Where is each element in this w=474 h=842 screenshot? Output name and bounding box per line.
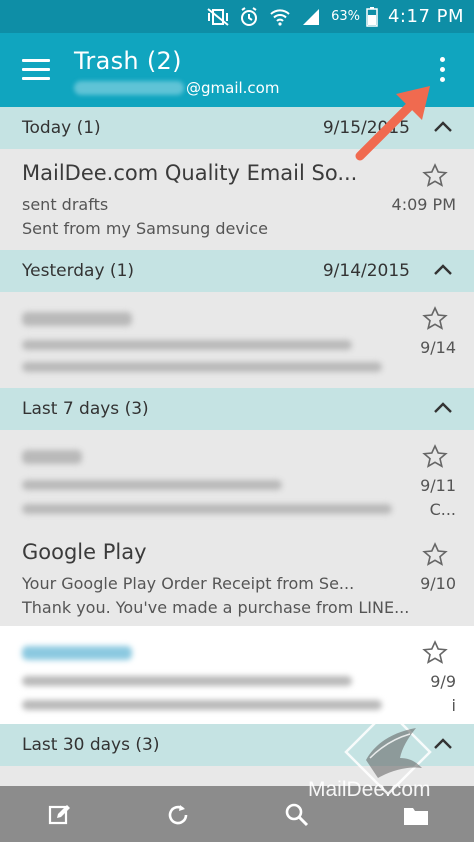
chevron-up-icon[interactable] <box>432 398 454 418</box>
email-preview: Thank you. You've made a purchase from L… <box>22 598 410 617</box>
compose-icon[interactable] <box>46 801 74 829</box>
email-subject: Your Google Play Order Receipt from Se..… <box>22 574 355 593</box>
hamburger-menu-icon[interactable] <box>22 59 50 81</box>
status-bar: 63% 4:17 PM <box>0 0 474 33</box>
redacted-sender <box>22 450 82 464</box>
signal-icon <box>301 8 321 26</box>
email-time: 9/14 <box>420 338 456 357</box>
clock: 4:17 PM <box>387 6 464 27</box>
battery-percent: 63% <box>331 9 360 24</box>
email-preview: Sent from my Samsung device <box>22 219 268 238</box>
app-bar: Trash (2) @gmail.com <box>0 33 474 107</box>
star-icon[interactable] <box>422 444 448 470</box>
folder-icon[interactable] <box>402 801 430 829</box>
star-icon[interactable] <box>422 542 448 568</box>
email-row[interactable]: Google Play Your Google Play Order Recei… <box>0 528 474 627</box>
star-icon[interactable] <box>422 163 448 189</box>
email-extra: C... <box>429 500 456 519</box>
redacted-sender <box>22 646 132 660</box>
search-icon[interactable] <box>283 801 311 829</box>
chevron-up-icon[interactable] <box>432 260 454 280</box>
chevron-up-icon[interactable] <box>432 117 454 137</box>
star-icon[interactable] <box>422 306 448 332</box>
section-header-today[interactable]: Today (1) 9/15/2015 <box>0 107 474 149</box>
section-header-yesterday[interactable]: Yesterday (1) 9/14/2015 <box>0 250 474 292</box>
star-icon[interactable] <box>422 640 448 666</box>
email-row[interactable]: 9/14 <box>0 292 474 389</box>
chevron-up-icon[interactable] <box>432 734 454 754</box>
redacted-preview <box>22 362 382 372</box>
email-subject: sent drafts <box>22 195 109 214</box>
vibrate-icon <box>207 7 229 26</box>
section-label: Last 7 days (3) <box>22 399 149 419</box>
section-label: Last 30 days (3) <box>22 735 160 755</box>
email-row[interactable]: 9/9 i <box>0 626 474 725</box>
redacted-subject <box>22 480 282 490</box>
section-header-last-30-days[interactable]: Last 30 days (3) <box>0 724 474 766</box>
email-time: 9/9 <box>430 672 456 691</box>
email-time: 9/10 <box>420 574 456 593</box>
email-sender: MailDee.com Quality Email So... <box>22 161 358 185</box>
folder-title: Trash (2) <box>74 47 182 75</box>
section-date: 9/15/2015 <box>322 118 410 138</box>
redacted-preview <box>22 504 392 514</box>
redacted-subject <box>22 340 352 350</box>
redacted-preview <box>22 700 382 710</box>
watermark-text: MailDee.com <box>308 778 431 801</box>
section-label: Today (1) <box>22 118 101 138</box>
email-time: 9/11 <box>420 476 456 495</box>
account-domain: @gmail.com <box>186 79 280 97</box>
redacted-username <box>74 81 184 95</box>
email-row[interactable]: MailDee.com Quality Email So... sent dra… <box>0 149 474 251</box>
redacted-subject <box>22 676 352 686</box>
section-header-last-7-days[interactable]: Last 7 days (3) <box>0 388 474 430</box>
email-time: 4:09 PM <box>391 195 456 214</box>
more-vert-icon[interactable] <box>434 57 450 87</box>
email-row[interactable]: 9/11 C... <box>0 430 474 529</box>
section-label: Yesterday (1) <box>22 261 135 281</box>
email-sender: Google Play <box>22 540 147 564</box>
account-email: @gmail.com <box>74 79 279 97</box>
email-extra: i <box>451 696 456 715</box>
redacted-sender <box>22 312 132 326</box>
battery-icon <box>366 6 378 27</box>
wifi-icon <box>269 8 291 26</box>
alarm-icon <box>239 6 259 27</box>
refresh-icon[interactable] <box>164 801 192 829</box>
section-date: 9/14/2015 <box>322 261 410 281</box>
